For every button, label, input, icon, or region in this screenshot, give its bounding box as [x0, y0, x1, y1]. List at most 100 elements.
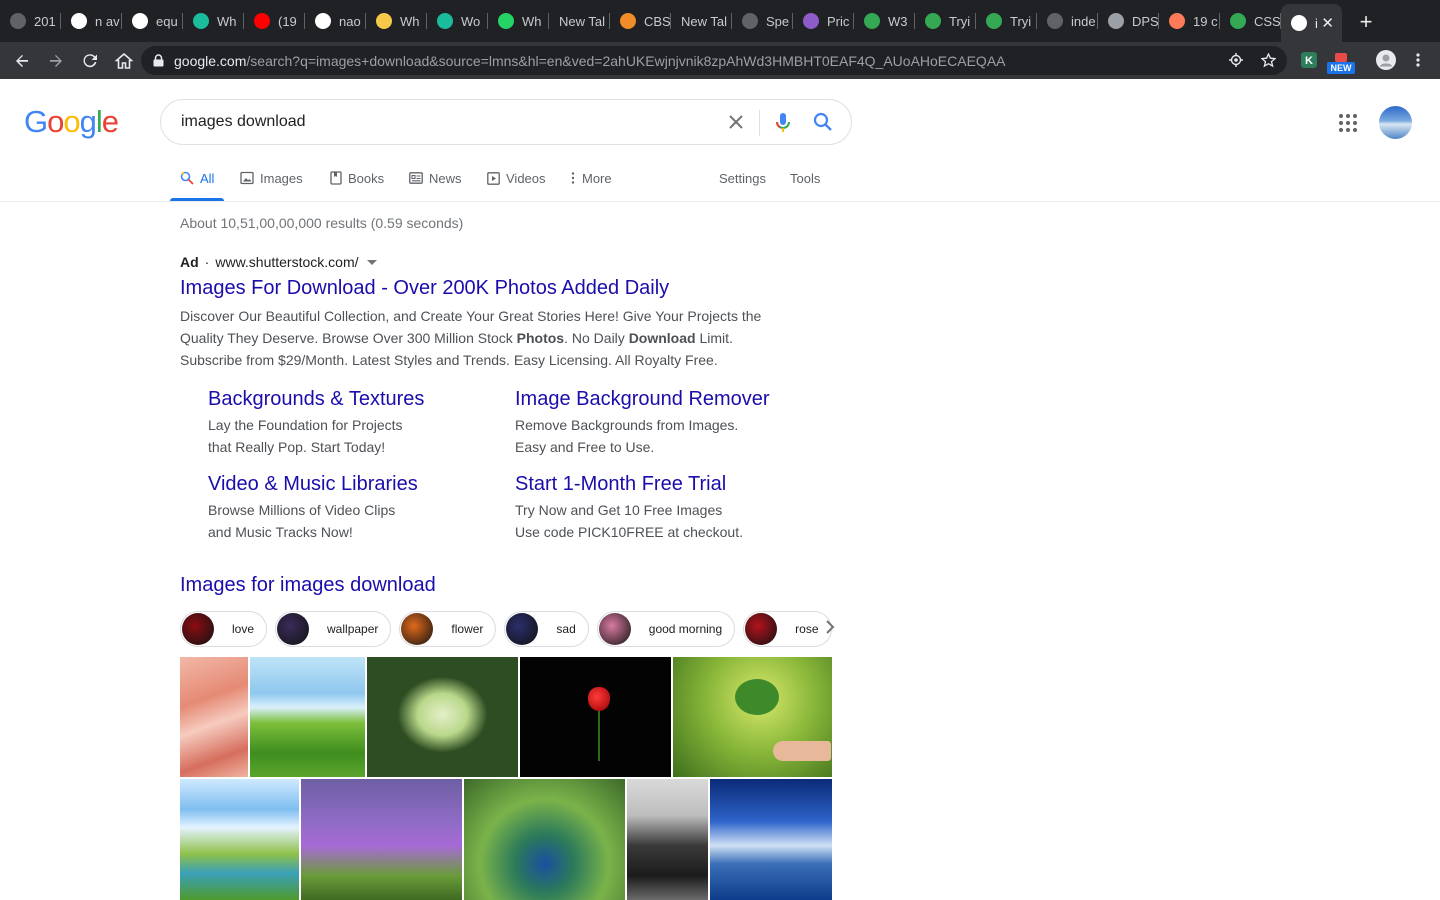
browser-tab[interactable]: 201: [0, 4, 61, 38]
tab-news[interactable]: News: [409, 170, 462, 186]
google-logo[interactable]: Google: [24, 104, 119, 140]
browser-tab[interactable]: (19: [244, 4, 305, 38]
browser-tab-active[interactable]: i ✕: [1281, 4, 1342, 42]
sitelink-title[interactable]: Start 1-Month Free Trial: [515, 473, 743, 496]
image-chip[interactable]: wallpaper: [275, 611, 392, 647]
browser-tab[interactable]: New Tal: [671, 4, 732, 38]
browser-tab-title: DPS: [1132, 13, 1159, 29]
ad-title-link[interactable]: Images For Download - Over 200K Photos A…: [180, 277, 669, 300]
tab-books[interactable]: Books: [330, 170, 384, 186]
search-submit-icon[interactable]: [813, 112, 835, 134]
image-thumbnail-heart-leaves[interactable]: [367, 657, 518, 777]
close-tab-icon[interactable]: ✕: [1321, 14, 1334, 32]
image-thumbnail-tree-hand[interactable]: [673, 657, 832, 777]
sitelink-desc-line: Try Now and Get 10 Free Images: [515, 502, 723, 518]
browser-tab[interactable]: Wh: [183, 4, 244, 38]
browser-tab[interactable]: Spe: [732, 4, 793, 38]
browser-tab-title: New Tal: [559, 13, 606, 29]
browser-tab[interactable]: DPS: [1098, 4, 1159, 38]
image-chip[interactable]: rose: [743, 611, 832, 647]
browser-tab[interactable]: W3: [854, 4, 915, 38]
sitelink-title[interactable]: Backgrounds & Textures: [208, 388, 424, 411]
google-apps-grid-icon[interactable]: [1337, 112, 1359, 134]
google-icon: [315, 13, 331, 29]
reload-button[interactable]: [74, 45, 106, 77]
lock-icon[interactable]: [153, 54, 165, 68]
image-thumbnail-red-rose[interactable]: [520, 657, 671, 777]
browser-tab[interactable]: n av: [61, 4, 122, 38]
chevron-right-icon[interactable]: [824, 619, 844, 639]
extension-k-icon[interactable]: K: [1300, 51, 1320, 71]
image-thumbnail-purple-crocus[interactable]: [301, 779, 462, 900]
account-avatar[interactable]: [1379, 106, 1412, 139]
browser-tab[interactable]: nao: [305, 4, 366, 38]
browser-tab[interactable]: inde: [1037, 4, 1098, 38]
tab-more[interactable]: More: [570, 170, 612, 186]
tab-settings[interactable]: Settings: [719, 170, 766, 186]
browser-tab-title: equ: [156, 13, 178, 29]
new-tab-button[interactable]: +: [1348, 4, 1384, 40]
browser-menu-button[interactable]: [1410, 52, 1426, 68]
browser-tab[interactable]: Wo: [427, 4, 488, 38]
browser-tab[interactable]: Pric: [793, 4, 854, 38]
chip-thumbnail: [745, 613, 778, 645]
browser-tab[interactable]: CSS: [1220, 4, 1281, 38]
searchbox-divider: [759, 110, 760, 136]
tab-tools[interactable]: Tools: [790, 170, 820, 186]
browser-tab[interactable]: Wh: [488, 4, 549, 38]
location-icon[interactable]: [1228, 52, 1244, 68]
clear-search-icon[interactable]: [725, 111, 747, 133]
search-box[interactable]: images download: [160, 99, 852, 145]
image-chip[interactable]: flower: [399, 611, 497, 647]
svg-text:K: K: [1305, 55, 1313, 67]
extension-new-icon[interactable]: NEW: [1327, 51, 1355, 75]
tab-news-label: News: [429, 170, 462, 186]
sitelink-desc: Lay the Foundation for Projects that Real…: [208, 414, 424, 458]
image-thumbnail-green-hills[interactable]: [250, 657, 365, 777]
image-thumbnail-peacock[interactable]: [464, 779, 625, 900]
sitelink-title[interactable]: Image Background Remover: [515, 388, 770, 411]
profile-avatar[interactable]: [1376, 50, 1396, 70]
back-button[interactable]: [6, 45, 38, 77]
images-section-heading[interactable]: Images for images download: [180, 574, 436, 597]
google-icon: [71, 13, 87, 29]
browser-tab-title: Spe: [766, 13, 790, 29]
image-chip[interactable]: love: [180, 611, 268, 647]
browser-tab[interactable]: CBS: [610, 4, 671, 38]
image-chip[interactable]: good morning: [596, 611, 736, 647]
globe-icon: [1047, 13, 1063, 29]
browser-tab[interactable]: Tryi: [915, 4, 976, 38]
sitelink-title[interactable]: Video & Music Libraries: [208, 473, 418, 496]
sitelink-desc-line: and Music Tracks Now!: [208, 524, 353, 540]
address-bar[interactable]: google.com/search?q=images+download&sour…: [141, 46, 1287, 75]
tab-all[interactable]: All: [169, 170, 226, 201]
browser-tab-title: Wh: [522, 13, 542, 29]
tab-images[interactable]: Images: [240, 170, 303, 186]
home-button[interactable]: [108, 45, 140, 77]
ad-display-url[interactable]: www.shutterstock.com/: [215, 254, 358, 270]
video-play-icon: [487, 171, 500, 185]
image-chip[interactable]: sad: [504, 611, 589, 647]
forward-button[interactable]: [40, 45, 72, 77]
image-thumbnail-sunny-river[interactable]: [180, 779, 299, 900]
bookmark-star-icon[interactable]: [1260, 52, 1276, 68]
browser-tab[interactable]: Tryi: [976, 4, 1037, 38]
search-input[interactable]: images download: [181, 113, 306, 131]
sitelink-desc-line: Easy and Free to Use.: [515, 439, 655, 455]
browser-tab-title: CBS: [644, 13, 671, 29]
tab-books-label: Books: [348, 170, 385, 186]
ad-description: Discover Our Beautiful Collection, and C…: [180, 305, 780, 371]
voice-search-mic-icon[interactable]: [773, 112, 793, 134]
image-thumbnail-motorcycle[interactable]: [627, 779, 708, 900]
image-thumbnail-blossom-bird[interactable]: [180, 657, 248, 777]
tab-videos[interactable]: Videos: [487, 170, 546, 186]
ad-caret-icon[interactable]: [366, 259, 377, 265]
image-thumbnail-mountain-lake[interactable]: [710, 779, 832, 900]
hexagon-icon: [193, 13, 209, 29]
browser-tab[interactable]: 19 c: [1159, 4, 1220, 38]
url-text[interactable]: google.com/search?q=images+download&sour…: [174, 53, 1006, 69]
extension-new-badge: NEW: [1327, 62, 1355, 74]
browser-tab[interactable]: New Tal: [549, 4, 610, 38]
browser-tab[interactable]: equ: [122, 4, 183, 38]
browser-tab[interactable]: Wh: [366, 4, 427, 38]
